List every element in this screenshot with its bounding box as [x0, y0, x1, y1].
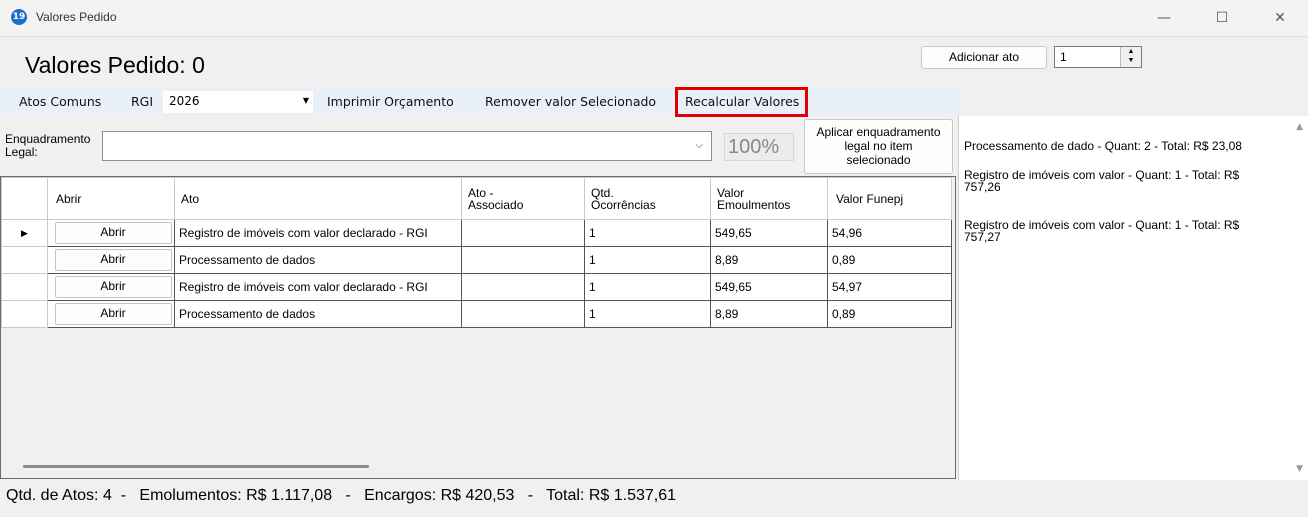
summary-item[interactable]: Registro de imóveis com valor - Quant: 1… — [964, 169, 1286, 193]
app-logo-icon: 19 — [11, 9, 27, 25]
abrir-button[interactable]: Abrir — [54, 303, 172, 325]
row-header — [1, 300, 48, 328]
window-title: Valores Pedido — [36, 10, 117, 24]
table-row[interactable]: Abrir Processamento de dados 1 8,89 0,89 — [1, 300, 952, 328]
apply-enquadramento-button[interactable]: Aplicar enquadramento legal no item sele… — [804, 119, 953, 174]
page-title: Valores Pedido: 0 — [25, 52, 205, 78]
cell-ato[interactable]: Registro de imóveis com valor declarado … — [174, 219, 462, 247]
atos-comuns-menu[interactable]: Atos Comuns — [19, 94, 101, 109]
cell-qtd[interactable]: 1 — [584, 246, 711, 274]
cell-ato[interactable]: Processamento de dados — [174, 300, 462, 328]
cell-ato[interactable]: Processamento de dados — [174, 246, 462, 274]
enquadramento-label: Enquadramento Legal: — [5, 132, 91, 159]
cell-ato[interactable]: Registro de imóveis com valor declarado … — [174, 273, 462, 301]
cell-qtd[interactable]: 1 — [584, 300, 711, 328]
abrir-button[interactable]: Abrir — [54, 276, 172, 298]
summary-item[interactable]: Registro de imóveis com valor - Quant: 1… — [964, 219, 1286, 243]
abrir-button[interactable]: Abrir — [54, 222, 172, 244]
cell-emolumentos[interactable]: 549,65 — [710, 219, 828, 247]
header-abrir[interactable]: Abrir — [47, 177, 175, 220]
title-bar: 19 Valores Pedido — ☐ ✕ — [0, 0, 1308, 37]
cell-emolumentos[interactable]: 8,89 — [710, 246, 828, 274]
status-bar: Qtd. de Atos: 4 - Emolumentos: R$ 1.117,… — [6, 487, 676, 504]
rgi-label: RGI — [131, 94, 154, 109]
toolbar: Atos Comuns RGI 2026 ▼ Imprimir Orçament… — [0, 88, 960, 116]
cell-emolumentos[interactable]: 8,89 — [710, 300, 828, 328]
cell-associado[interactable] — [461, 273, 585, 301]
header-qtd-ocorrencias[interactable]: Qtd. Ocorrências — [584, 177, 711, 220]
cell-funepj[interactable]: 54,97 — [827, 273, 952, 301]
enquadramento-select[interactable]: ⌵ — [102, 131, 712, 161]
minimize-icon[interactable]: — — [1144, 6, 1184, 30]
rgi-select-value: 2026 — [169, 94, 200, 108]
scroll-up-icon[interactable]: ▲ — [1296, 122, 1303, 132]
close-icon[interactable]: ✕ — [1260, 6, 1300, 30]
add-ato-button[interactable]: Adicionar ato — [921, 46, 1047, 69]
header-valor-funepj[interactable]: Valor Funepj — [827, 177, 952, 220]
cell-associado[interactable] — [461, 300, 585, 328]
row-header-corner — [1, 177, 48, 220]
row-selected-icon: ▶ — [1, 219, 48, 247]
row-header — [1, 273, 48, 301]
table-row[interactable]: Abrir Registro de imóveis com valor decl… — [1, 273, 952, 301]
cell-associado[interactable] — [461, 246, 585, 274]
summary-item[interactable]: Processamento de dado - Quant: 2 - Total… — [964, 140, 1286, 152]
table-row[interactable]: ▶ Abrir Registro de imóveis com valor de… — [1, 219, 952, 247]
horizontal-scrollbar[interactable] — [23, 465, 369, 468]
abrir-button[interactable]: Abrir — [54, 249, 172, 271]
table-row[interactable]: Abrir Processamento de dados 1 8,89 0,89 — [1, 246, 952, 274]
spin-buttons[interactable]: ▲ ▼ — [1120, 47, 1141, 67]
cell-funepj[interactable]: 54,96 — [827, 219, 952, 247]
cell-funepj[interactable]: 0,89 — [827, 246, 952, 274]
cell-funepj[interactable]: 0,89 — [827, 300, 952, 328]
data-grid: Abrir Ato Ato - Associado Qtd. Ocorrências… — [0, 176, 956, 479]
row-header — [1, 246, 48, 274]
chevron-down-icon: ⌵ — [695, 140, 703, 151]
rgi-select[interactable]: 2026 ▼ — [163, 91, 313, 113]
grid-header-row: Abrir Ato Ato - Associado Qtd. Ocorrências… — [1, 177, 952, 220]
quantity-value: 1 — [1060, 50, 1067, 64]
cell-emolumentos[interactable]: 549,65 — [710, 273, 828, 301]
remover-valor-button[interactable]: Remover valor Selecionado — [485, 94, 656, 109]
imprimir-orcamento-button[interactable]: Imprimir Orçamento — [327, 94, 454, 109]
scroll-down-icon[interactable]: ▼ — [1296, 464, 1303, 474]
chevron-down-icon: ▼ — [302, 96, 309, 105]
maximize-icon[interactable]: ☐ — [1202, 6, 1242, 30]
header-ato[interactable]: Ato — [174, 177, 462, 220]
percent-field: 100% — [724, 133, 794, 161]
summary-panel: Processamento de dado - Quant: 2 - Total… — [958, 116, 1308, 480]
cell-qtd[interactable]: 1 — [584, 219, 711, 247]
quantity-stepper[interactable]: 1 ▲ ▼ — [1054, 46, 1142, 68]
header-ato-associado[interactable]: Ato - Associado — [461, 177, 585, 220]
cell-qtd[interactable]: 1 — [584, 273, 711, 301]
header-valor-emolumentos[interactable]: Valor Emoulmentos — [710, 177, 828, 220]
highlight-box — [675, 87, 808, 117]
cell-associado[interactable] — [461, 219, 585, 247]
